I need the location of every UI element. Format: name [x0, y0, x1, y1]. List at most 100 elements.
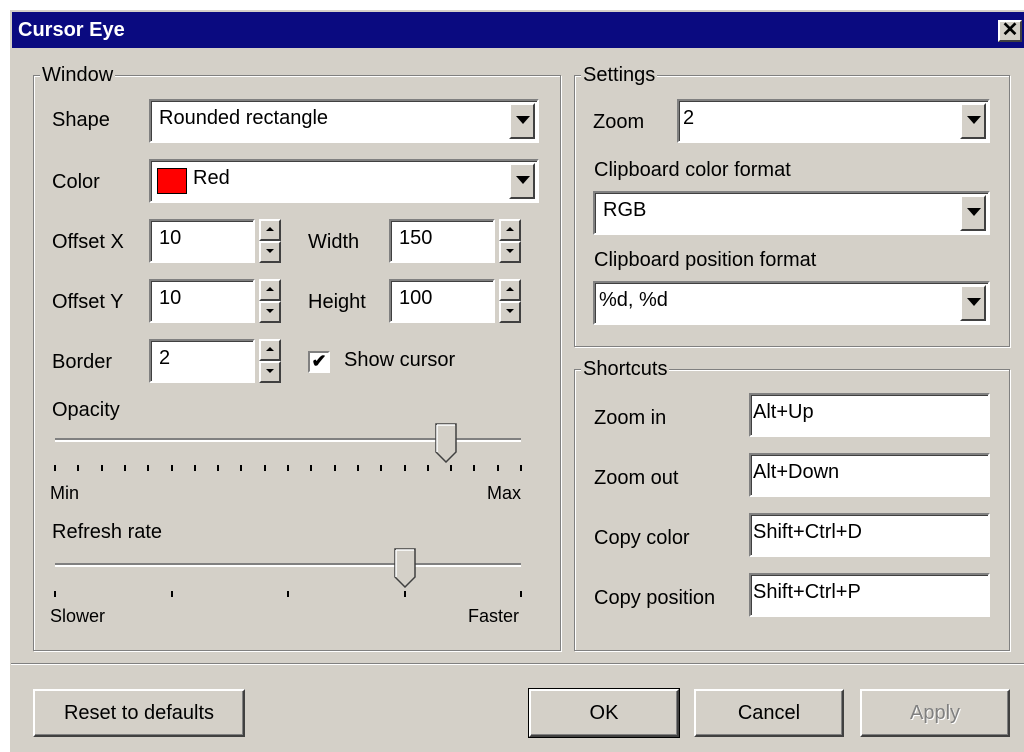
copy-position-shortcut-value: Shift+Ctrl+P	[753, 581, 861, 603]
zoom-in-label: Zoom in	[594, 407, 667, 429]
zoom-in-shortcut-value: Alt+Up	[753, 401, 814, 423]
spin-down-icon[interactable]	[499, 301, 521, 323]
opacity-label: Opacity	[52, 399, 120, 421]
spin-down-icon[interactable]	[259, 361, 281, 383]
window-group-label: Window	[40, 64, 116, 87]
chevron-down-icon[interactable]	[960, 285, 986, 321]
opacity-min-label: Min	[50, 483, 80, 503]
slider-tick	[310, 465, 313, 471]
reset-defaults-button[interactable]: Reset to defaults	[33, 689, 245, 737]
width-stepper[interactable]	[499, 219, 521, 263]
spin-up-icon[interactable]	[259, 279, 281, 301]
slider-tick	[147, 465, 150, 471]
zoom-out-shortcut-input[interactable]: Alt+Down	[749, 453, 990, 497]
zoom-in-shortcut-input[interactable]: Alt+Up	[749, 393, 990, 437]
offset-y-stepper[interactable]	[259, 279, 281, 323]
slider-tick	[450, 465, 453, 471]
slider-tick	[193, 465, 196, 471]
copy-color-shortcut-input[interactable]: Shift+Ctrl+D	[749, 513, 990, 557]
color-dropdown[interactable]: Red	[149, 159, 539, 203]
slider-tick	[520, 465, 522, 471]
apply-button[interactable]: Apply	[860, 689, 1010, 737]
chevron-down-icon[interactable]	[960, 195, 986, 231]
spin-down-icon[interactable]	[259, 301, 281, 323]
slider-tick	[403, 591, 406, 597]
chevron-down-icon[interactable]	[509, 103, 535, 139]
close-button[interactable]: ✕	[998, 20, 1022, 42]
close-icon: ✕	[1001, 19, 1019, 41]
refresh-slider-thumb[interactable]	[393, 548, 416, 589]
spin-down-icon[interactable]	[499, 241, 521, 263]
slider-tick	[240, 465, 243, 471]
slider-tick	[54, 465, 56, 471]
color-value: Red	[193, 167, 230, 189]
clipboard-position-format-value: %d, %d	[599, 289, 668, 311]
offset-x-input[interactable]: 10	[149, 219, 255, 263]
ok-button[interactable]: OK	[528, 688, 680, 738]
chevron-down-icon[interactable]	[960, 103, 986, 139]
slider-tick	[217, 465, 220, 471]
slider-tick	[520, 591, 522, 597]
offset-y-value: 10	[159, 287, 182, 309]
slider-tick	[170, 465, 173, 471]
shape-dropdown[interactable]: Rounded rectangle	[149, 99, 539, 143]
copy-color-label: Copy color	[594, 527, 690, 549]
slider-tick	[403, 465, 406, 471]
slider-tick	[496, 465, 499, 471]
settings-group-label: Settings	[581, 64, 658, 87]
zoom-out-label: Zoom out	[594, 467, 679, 489]
slider-tick	[426, 465, 429, 471]
color-swatch	[157, 168, 187, 194]
slider-tick	[100, 465, 103, 471]
slider-tick	[77, 465, 80, 471]
shape-label: Shape	[52, 109, 110, 131]
show-cursor-label[interactable]: Show cursor	[344, 349, 455, 372]
title-bar[interactable]: Cursor Eye ✕	[12, 12, 1024, 48]
slider-tick	[287, 591, 289, 597]
spin-up-icon[interactable]	[499, 279, 521, 301]
zoom-value: 2	[683, 107, 695, 129]
slider-tick	[333, 465, 336, 471]
refresh-slider-track[interactable]	[55, 563, 521, 567]
clipboard-color-format-label: Clipboard color format	[594, 159, 791, 181]
clipboard-color-format-value: RGB	[603, 199, 647, 221]
color-label: Color	[52, 171, 100, 193]
slider-tick	[263, 465, 266, 471]
width-input[interactable]: 150	[389, 219, 495, 263]
dialog-window: Cursor Eye ✕ Window Shape Rounded rectan…	[10, 10, 1024, 752]
spin-up-icon[interactable]	[259, 339, 281, 361]
show-cursor-checkbox[interactable]: ✔	[308, 351, 330, 373]
slider-tick	[380, 465, 383, 471]
zoom-label: Zoom	[593, 111, 645, 133]
width-label: Width	[308, 231, 360, 253]
chevron-down-icon[interactable]	[509, 163, 535, 199]
opacity-slider-thumb[interactable]	[435, 423, 458, 464]
border-value: 2	[159, 347, 171, 369]
spin-up-icon[interactable]	[499, 219, 521, 241]
slider-tick	[123, 465, 126, 471]
slider-tick	[287, 465, 289, 471]
footer-separator	[11, 663, 1024, 665]
border-label: Border	[52, 351, 113, 373]
border-stepper[interactable]	[259, 339, 281, 383]
border-input[interactable]: 2	[149, 339, 255, 383]
slider-tick	[170, 591, 173, 597]
zoom-dropdown[interactable]: 2	[677, 99, 990, 143]
offset-x-label: Offset X	[52, 231, 124, 253]
clipboard-color-format-dropdown[interactable]: RGB	[593, 191, 990, 235]
copy-position-shortcut-input[interactable]: Shift+Ctrl+P	[749, 573, 990, 617]
offset-y-input[interactable]: 10	[149, 279, 255, 323]
clipboard-position-format-label: Clipboard position format	[594, 249, 817, 271]
height-input[interactable]: 100	[389, 279, 495, 323]
spin-up-icon[interactable]	[259, 219, 281, 241]
spin-down-icon[interactable]	[259, 241, 281, 263]
slider-tick	[356, 465, 359, 471]
window-title: Cursor Eye	[18, 19, 125, 41]
offset-x-stepper[interactable]	[259, 219, 281, 263]
offset-x-value: 10	[159, 227, 182, 249]
slider-tick	[54, 591, 56, 597]
height-stepper[interactable]	[499, 279, 521, 323]
cancel-button[interactable]: Cancel	[694, 689, 844, 737]
clipboard-position-format-dropdown[interactable]: %d, %d	[593, 281, 990, 325]
offset-y-label: Offset Y	[52, 291, 124, 313]
